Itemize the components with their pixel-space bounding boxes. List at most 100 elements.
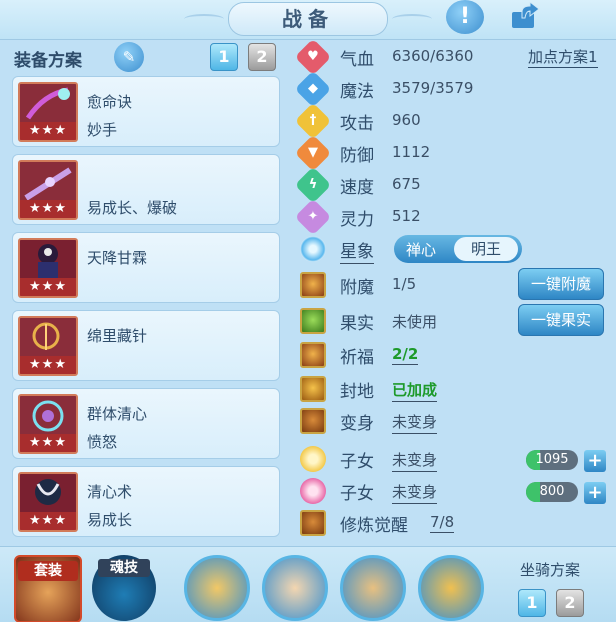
stat-row-speed: ϟ 速度 675	[294, 166, 616, 204]
skill-name: 愈命诀	[87, 93, 133, 111]
stat-value[interactable]: 已加成	[392, 379, 438, 402]
heart-icon: ♥	[294, 38, 332, 76]
share-icon[interactable]	[506, 0, 544, 34]
toggle-option-mingwang[interactable]: 明王	[454, 237, 518, 261]
stat-value[interactable]: 未变身	[392, 449, 438, 472]
ultimate-skill-slot[interactable]	[418, 555, 484, 621]
title-bar: 战备 !	[0, 0, 616, 40]
mount-plan-label: 坐骑方案	[520, 561, 581, 579]
skill-trait: 妙手	[87, 121, 118, 139]
star-rating: ★★★	[20, 512, 76, 530]
stat-value: 960	[392, 111, 421, 129]
skill-card[interactable]: ★★★ 易成长、爆破	[12, 154, 280, 225]
stat-label: 灵力	[340, 210, 374, 230]
skill-trait: 易成长、爆破	[87, 199, 178, 217]
skill-icon-tianjiangganlin: ★★★	[18, 238, 78, 298]
star-rating: ★★★	[20, 356, 76, 374]
stat-label: 子女	[340, 484, 374, 504]
stat-value[interactable]: 未变身	[392, 481, 438, 504]
spirit-icon: ✦	[294, 198, 332, 236]
title-decoration-right	[392, 14, 432, 24]
stat-row-defense: ▼ 防御 1112	[294, 134, 616, 172]
window-title: 战备	[228, 2, 388, 36]
stat-row-spirit: ✦ 灵力 512	[294, 198, 616, 236]
star-rating: ★★★	[20, 278, 76, 296]
skill-icon-yumingjue: ★★★	[18, 82, 78, 142]
skill-name: 天降甘霖	[87, 249, 148, 267]
enchant-icon	[300, 272, 326, 298]
xingxiang-toggle[interactable]: 禅心 明王	[394, 235, 522, 263]
child-exp-bar: 1095	[526, 450, 578, 470]
child-add-button[interactable]: +	[584, 482, 606, 504]
stat-value[interactable]: 2/2	[392, 345, 419, 365]
cultivation-icon	[300, 510, 326, 536]
stat-value[interactable]: 7/8	[430, 513, 455, 533]
skill-card[interactable]: ★★★ 愈命诀 妙手	[12, 76, 280, 147]
help-button[interactable]: !	[446, 0, 484, 34]
stat-value[interactable]: 未变身	[392, 411, 438, 434]
stat-label: 封地	[340, 382, 374, 402]
equipment-plan-header: 装备方案 ✎ 1 2	[14, 42, 290, 72]
child-add-button[interactable]: +	[584, 450, 606, 472]
one-click-fruit-button[interactable]: 一键果实	[518, 304, 604, 336]
soul-skill-label: 魂技	[98, 559, 150, 577]
child-exp-bar: 800	[526, 482, 578, 502]
skill-name: 清心术	[87, 483, 133, 501]
skill-name: 绵里藏针	[87, 327, 148, 345]
child-icon	[300, 446, 326, 472]
stat-value: 1/5	[392, 275, 417, 293]
ultimate-skill-slot[interactable]	[262, 555, 328, 621]
stat-label: 祈福	[340, 348, 374, 368]
stat-value: 3579/3579	[392, 79, 474, 97]
stat-label: 魔法	[340, 82, 374, 102]
title-decoration-left	[184, 14, 224, 24]
bottom-bar: 套装 魂技 坐骑方案 1 2	[0, 546, 616, 622]
stat-row-zinv-1: 子女 未变身 1095 +	[296, 444, 616, 474]
mount-plan-1-button[interactable]: 1	[518, 589, 546, 617]
shield-icon: ▼	[294, 134, 332, 172]
skill-icon-weapon: ★★★	[18, 160, 78, 220]
stat-label: 攻击	[340, 114, 374, 134]
skill-trait: 愤怒	[87, 433, 118, 451]
skill-icon-mianlicangzhen: ★★★	[18, 316, 78, 376]
one-click-enchant-button[interactable]: 一键附魔	[518, 268, 604, 300]
equipment-plan-1-button[interactable]: 1	[210, 43, 238, 71]
stat-value: 未使用	[392, 313, 438, 331]
stat-label: 修炼觉醒	[340, 516, 408, 536]
star-sign-icon	[300, 236, 326, 262]
skill-card[interactable]: ★★★ 绵里藏针	[12, 310, 280, 381]
xingxiang-label[interactable]: 星象	[340, 237, 374, 264]
stat-row-fumo: 附魔 1/5 一键附魔	[296, 268, 616, 300]
lightning-icon: ϟ	[294, 166, 332, 204]
stat-row-zinv-2: 子女 未变身 800 +	[296, 476, 616, 506]
stat-label: 子女	[340, 452, 374, 472]
skill-card[interactable]: ★★★ 天降甘霖	[12, 232, 280, 303]
stat-row-xingxiang: 星象 禅心 明王	[296, 234, 616, 264]
stat-row-xiulian: 修炼觉醒 7/8	[296, 508, 616, 538]
stat-row-qifu: 祈福 2/2	[296, 340, 616, 370]
star-rating: ★★★	[20, 434, 76, 452]
skill-card[interactable]: ★★★ 群体清心 愤怒	[12, 388, 280, 459]
stat-label: 速度	[340, 178, 374, 198]
mount-plan-2-button[interactable]: 2	[556, 589, 584, 617]
stat-label: 气血	[340, 50, 374, 70]
skill-card[interactable]: ★★★ 清心术 易成长	[12, 466, 280, 537]
stat-value: 675	[392, 175, 421, 193]
stat-value: 1112	[392, 143, 431, 161]
ultimate-skill-slot[interactable]	[340, 555, 406, 621]
equipment-set-button[interactable]: 套装	[14, 555, 82, 622]
soul-skill-button[interactable]: 魂技	[92, 555, 156, 621]
stat-value: 512	[392, 207, 421, 225]
stat-row-guoshi: 果实 未使用 一键果实	[296, 304, 616, 336]
pencil-icon[interactable]: ✎	[114, 42, 144, 72]
skill-name: 群体清心	[87, 405, 148, 423]
ultimate-skill-slot[interactable]	[184, 555, 250, 621]
stat-row-attack: † 攻击 960	[294, 102, 616, 140]
toggle-option-chanxin[interactable]: 禅心	[406, 239, 436, 260]
sword-icon: †	[294, 102, 332, 140]
mana-icon: ◆	[294, 70, 332, 108]
add-point-plan-link[interactable]: 加点方案1	[528, 46, 598, 68]
set-label: 套装	[18, 561, 78, 581]
skill-icon-qunti-qingxin: ★★★	[18, 394, 78, 454]
equipment-plan-2-button[interactable]: 2	[248, 43, 276, 71]
